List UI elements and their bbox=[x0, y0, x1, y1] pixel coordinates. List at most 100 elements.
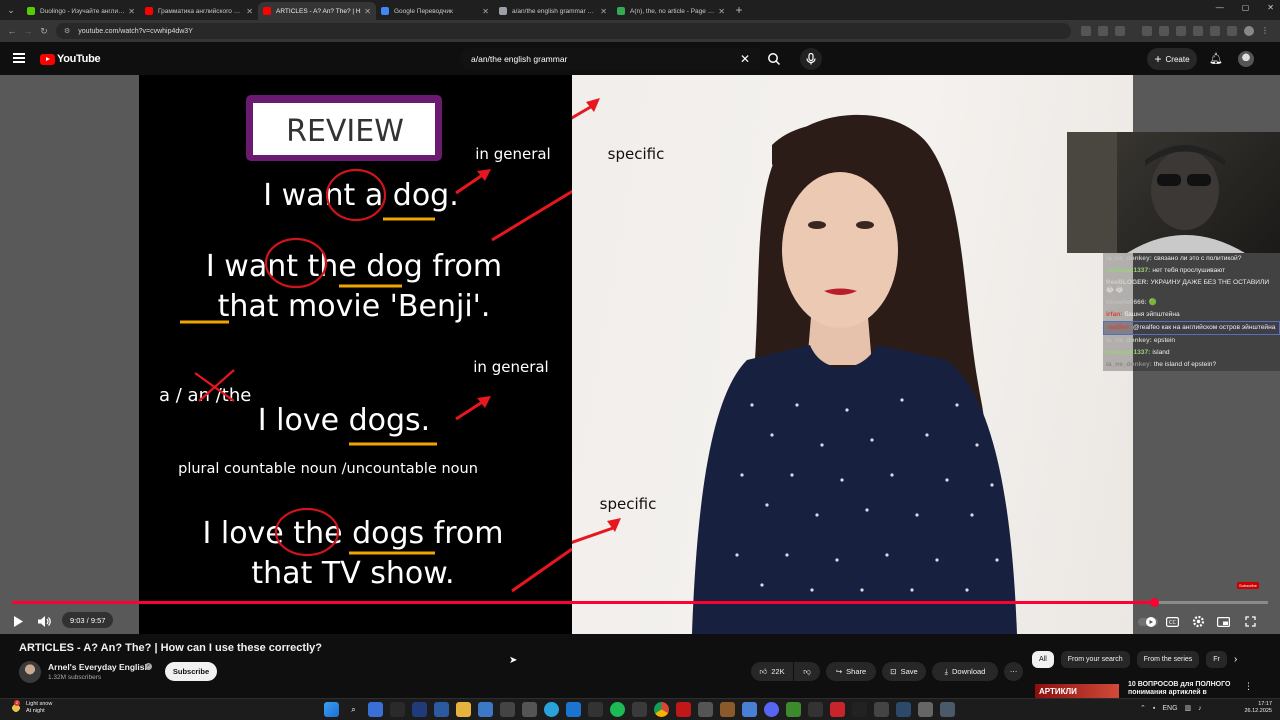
notifications-bell-icon[interactable]: 🔔︎ bbox=[1209, 52, 1223, 65]
extension-icon[interactable] bbox=[1142, 26, 1152, 36]
recommended-video-title[interactable]: 10 ВОПРОСОВ для ПОЛНОГО понимания артикл… bbox=[1128, 681, 1238, 697]
browser-menu-icon[interactable]: ⋮ bbox=[1261, 26, 1269, 36]
browser-tab[interactable]: Грамматика английского язы ✕ bbox=[140, 2, 258, 20]
fullscreen-button[interactable] bbox=[1242, 612, 1258, 631]
search-button[interactable] bbox=[762, 48, 786, 70]
mute-button[interactable] bbox=[37, 612, 53, 631]
clear-search-icon[interactable]: ✕ bbox=[740, 52, 750, 66]
progress-scrubber-handle[interactable] bbox=[1149, 598, 1159, 607]
more-actions-button[interactable]: ⋯ bbox=[1004, 662, 1023, 681]
bookmark-star-icon[interactable] bbox=[1115, 26, 1125, 36]
subscribe-button[interactable]: Subscribe bbox=[165, 662, 217, 681]
browser-tab[interactable]: ARTICLES - A? An? The? | H ✕ bbox=[258, 2, 376, 20]
browser-tab[interactable]: a/an/the english grammar gam ✕ bbox=[494, 2, 612, 20]
app-icon[interactable] bbox=[478, 702, 493, 717]
back-icon[interactable]: ← bbox=[4, 26, 20, 36]
app-icon[interactable] bbox=[632, 702, 647, 717]
tray-chevron-icon[interactable]: ⌃ bbox=[1140, 704, 1146, 712]
maximize-icon[interactable]: ▢ bbox=[1242, 3, 1250, 12]
search-page-icon[interactable] bbox=[1081, 26, 1091, 36]
settings-app-icon[interactable] bbox=[940, 702, 955, 717]
file-explorer-icon[interactable] bbox=[456, 702, 471, 717]
settings-button[interactable] bbox=[1189, 612, 1207, 631]
app-icon[interactable] bbox=[588, 702, 603, 717]
close-tab-icon[interactable]: ✕ bbox=[718, 7, 725, 16]
profile-avatar-icon[interactable] bbox=[1244, 26, 1254, 36]
browser-tab[interactable]: Duolingo - Изучайте английск ✕ bbox=[22, 2, 140, 20]
app-icon[interactable] bbox=[698, 702, 713, 717]
discord-icon[interactable] bbox=[764, 702, 779, 717]
extension-icon[interactable] bbox=[1159, 26, 1169, 36]
filter-chip[interactable]: From your search bbox=[1060, 651, 1130, 668]
app-icon[interactable] bbox=[742, 702, 757, 717]
youtube-logo[interactable]: YouTube bbox=[40, 53, 101, 65]
chevron-right-icon[interactable]: › bbox=[1234, 654, 1237, 665]
close-tab-icon[interactable]: ✕ bbox=[482, 7, 489, 16]
browser-tab[interactable]: A(n), the, no article - Page 3 of ✕ bbox=[612, 2, 730, 20]
extensions-puzzle-icon[interactable] bbox=[1210, 26, 1220, 36]
browser-tab[interactable]: Google Переводчик ✕ bbox=[376, 2, 494, 20]
share-button[interactable]: ↪ Share bbox=[826, 662, 876, 681]
spotify-icon[interactable] bbox=[610, 702, 625, 717]
voice-search-button[interactable] bbox=[800, 48, 822, 70]
network-icon[interactable]: ▥ bbox=[1185, 704, 1192, 712]
app-icon[interactable] bbox=[522, 702, 537, 717]
language-indicator[interactable]: ENG bbox=[1162, 705, 1177, 712]
close-tab-icon[interactable]: ✕ bbox=[364, 7, 371, 16]
account-avatar[interactable] bbox=[1238, 51, 1254, 67]
create-button[interactable]: + Create bbox=[1147, 48, 1197, 70]
site-info-icon[interactable]: ⚙ bbox=[64, 27, 70, 35]
forward-icon[interactable]: → bbox=[20, 26, 36, 36]
close-tab-icon[interactable]: ✕ bbox=[246, 7, 253, 16]
cast-icon[interactable] bbox=[1098, 26, 1108, 36]
weather-widget[interactable]: 2 Light snow At night bbox=[10, 700, 52, 714]
subtitles-button[interactable]: CC bbox=[1164, 612, 1180, 631]
like-button[interactable]: 👍︎ 22K bbox=[751, 662, 793, 681]
channel-avatar[interactable] bbox=[19, 661, 41, 683]
subscribe-watermark[interactable]: Subscribe bbox=[1237, 582, 1259, 589]
app-icon[interactable] bbox=[786, 702, 801, 717]
app-icon[interactable] bbox=[434, 702, 449, 717]
new-tab-button[interactable]: + bbox=[730, 3, 748, 17]
app-icon[interactable] bbox=[874, 702, 889, 717]
search-input[interactable]: a/an/the english grammar bbox=[460, 48, 760, 70]
app-icon[interactable] bbox=[390, 702, 405, 717]
app-icon[interactable] bbox=[918, 702, 933, 717]
more-vertical-icon[interactable]: ⋮ bbox=[1244, 681, 1253, 692]
dislike-button[interactable]: 👎︎ bbox=[794, 662, 820, 681]
progress-bar[interactable] bbox=[12, 598, 1268, 607]
app-icon[interactable] bbox=[852, 702, 867, 717]
filter-chip[interactable]: Fr bbox=[1206, 651, 1227, 668]
save-button[interactable]: ⊡ Save bbox=[882, 662, 926, 681]
volume-icon[interactable]: ♪ bbox=[1198, 705, 1202, 712]
filter-chip[interactable]: All bbox=[1032, 651, 1054, 668]
app-icon[interactable] bbox=[720, 702, 735, 717]
app-icon[interactable] bbox=[500, 702, 515, 717]
tray-app-icon[interactable]: ▪ bbox=[1153, 705, 1155, 712]
close-tab-icon[interactable]: ✕ bbox=[128, 7, 135, 16]
telegram-icon[interactable] bbox=[544, 702, 559, 717]
url-field[interactable]: ⚙ youtube.com/watch?v=cvwhip4dw3Y bbox=[56, 23, 1071, 39]
reload-icon[interactable]: ↻ bbox=[36, 26, 52, 37]
chrome-icon[interactable] bbox=[654, 702, 669, 717]
miniplayer-button[interactable] bbox=[1215, 612, 1231, 631]
app-icon[interactable] bbox=[566, 702, 581, 717]
clock[interactable]: 17:17 26.12.2025 bbox=[1238, 701, 1272, 715]
app-icon[interactable] bbox=[676, 702, 691, 717]
downloads-icon[interactable] bbox=[1227, 26, 1237, 36]
app-icon[interactable] bbox=[896, 702, 911, 717]
app-icon[interactable] bbox=[808, 702, 823, 717]
search-icon[interactable]: ⌕ bbox=[346, 702, 361, 717]
video-player[interactable]: REVIEW I want a dog. in general I want t… bbox=[0, 75, 1280, 634]
extension-icon[interactable] bbox=[1176, 26, 1186, 36]
filter-chip[interactable]: From the series bbox=[1136, 651, 1200, 668]
tab-search-icon[interactable]: ⌄ bbox=[0, 0, 22, 20]
menu-icon[interactable] bbox=[13, 53, 25, 63]
app-icon[interactable] bbox=[412, 702, 427, 717]
app-icon[interactable] bbox=[830, 702, 845, 717]
download-button[interactable]: ⤓ Download bbox=[932, 662, 998, 681]
channel-name[interactable]: Arnel's Everyday English bbox=[48, 662, 150, 672]
close-tab-icon[interactable]: ✕ bbox=[600, 7, 607, 16]
windows-start-icon[interactable] bbox=[324, 702, 339, 717]
play-button[interactable] bbox=[10, 612, 26, 631]
